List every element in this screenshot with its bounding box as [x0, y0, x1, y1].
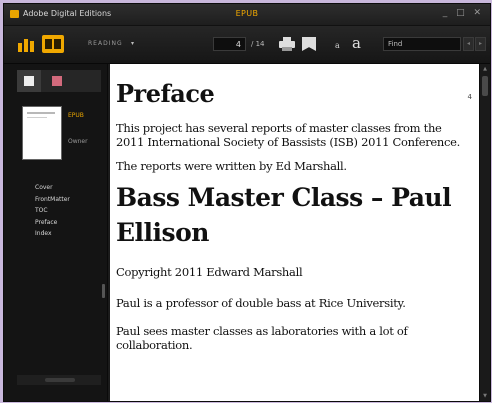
book-owner-label: Owner — [68, 138, 88, 145]
reading-page: 4 Preface This project has several repor… — [110, 64, 480, 401]
toc-item-cover[interactable]: Cover — [35, 182, 70, 194]
scroll-up-icon[interactable]: ▲ — [480, 64, 490, 74]
section-heading: Bass Master Class – Paul Ellison — [116, 183, 452, 247]
chevron-down-icon[interactable]: ▾ — [131, 40, 134, 47]
zoom-slider[interactable] — [45, 378, 75, 382]
contents-icon — [24, 76, 34, 86]
reading-view-button[interactable] — [42, 35, 64, 53]
print-icon[interactable] — [279, 37, 295, 51]
book-cover-thumbnail[interactable] — [22, 106, 62, 160]
scroll-down-icon[interactable]: ▼ — [480, 391, 490, 401]
bookmark-icon[interactable] — [302, 37, 316, 51]
paragraph: Paul is a professor of double bass at Ri… — [116, 296, 406, 310]
paragraph: Paul sees master classes as laboratories… — [116, 324, 408, 352]
paragraph: Copyright 2011 Edward Marshall — [116, 265, 303, 279]
paragraph: This project has several reports of mast… — [116, 121, 461, 149]
tab-contents[interactable] — [17, 70, 41, 92]
toc-item-index[interactable]: Index — [35, 228, 70, 240]
search-input[interactable] — [383, 37, 461, 51]
title-bar: Adobe Digital Editions EPUB _ □ ✕ — [4, 4, 490, 26]
library-bar-icon — [18, 43, 22, 52]
decrease-font-button[interactable]: a — [335, 41, 340, 50]
table-of-contents: Cover FrontMatter TOC Preface Index — [35, 182, 70, 240]
library-view-button[interactable] — [18, 37, 36, 52]
search-prev-button[interactable]: ◂ — [463, 37, 474, 51]
page-number: 4 — [467, 93, 472, 101]
sidebar: EPUB Owner Cover FrontMatter TOC Preface… — [4, 64, 108, 401]
vertical-scrollbar[interactable]: ▲ ▼ — [479, 64, 490, 401]
library-bar-icon — [30, 41, 34, 52]
toc-item-toc[interactable]: TOC — [35, 205, 70, 217]
view-mode-label[interactable]: READING — [88, 40, 123, 47]
page-content: Preface This project has several reports… — [116, 79, 468, 352]
library-bar-icon — [24, 39, 28, 52]
sidebar-bottom-bar — [17, 375, 101, 385]
increase-font-button[interactable]: a — [352, 34, 361, 52]
window-controls[interactable]: _ □ ✕ — [443, 8, 484, 18]
document-title: EPUB — [235, 9, 259, 18]
book-format-label: EPUB — [68, 112, 84, 119]
scrollbar-thumb[interactable] — [482, 76, 488, 96]
page-number-input[interactable] — [213, 37, 246, 51]
toc-item-preface[interactable]: Preface — [35, 217, 70, 229]
sidebar-resize-handle[interactable] — [102, 284, 105, 298]
sidebar-tabs — [17, 70, 101, 92]
app-window: Adobe Digital Editions EPUB _ □ ✕ READIN… — [3, 3, 491, 402]
section-heading: Preface — [116, 79, 215, 108]
toolbar: READING ▾ / 14 a a ◂ ▸ — [4, 26, 490, 64]
search-next-button[interactable]: ▸ — [475, 37, 486, 51]
paragraph: The reports were written by Ed Marshall. — [116, 159, 347, 173]
page-total: / 14 — [251, 40, 265, 48]
toc-item-frontmatter[interactable]: FrontMatter — [35, 194, 70, 206]
tab-bookmarks[interactable] — [52, 76, 62, 86]
